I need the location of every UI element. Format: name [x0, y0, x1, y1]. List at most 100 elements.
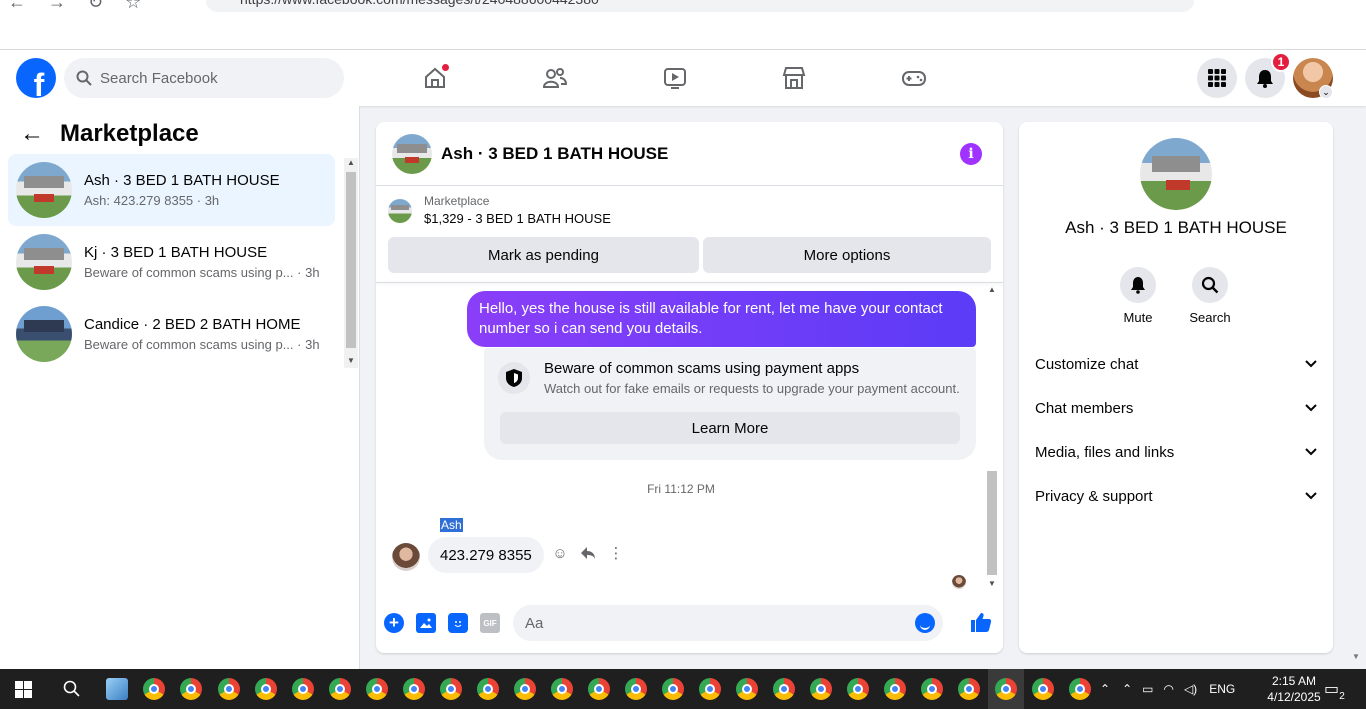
plus-icon[interactable]: + [384, 613, 404, 633]
scroll-thumb[interactable] [346, 172, 356, 348]
chrome-app-icon[interactable] [440, 678, 462, 700]
chrome-app-icon[interactable] [218, 678, 240, 700]
friends-icon [542, 68, 568, 88]
chrome-app-icon[interactable] [625, 678, 647, 700]
chrome-app-icon[interactable] [477, 678, 499, 700]
chrome-app-icon[interactable] [1032, 678, 1054, 700]
bell-icon [1257, 70, 1273, 88]
listing-summary[interactable]: Marketplace $1,329 - 3 BED 1 BATH HOUSE [388, 194, 611, 226]
chat-thumbnail[interactable] [392, 133, 432, 174]
house-thumbnail [16, 162, 72, 218]
media-files-section[interactable]: Media, files and links [1019, 432, 1333, 472]
marketplace-tab[interactable] [764, 58, 824, 98]
chrome-app-icon[interactable] [773, 678, 795, 700]
chrome-app-icon[interactable] [292, 678, 314, 700]
conversation-item[interactable]: Candice · 2 BED 2 BATH HOME Beware of co… [8, 298, 335, 370]
sticker-icon[interactable] [448, 613, 468, 633]
reply-icon[interactable] [580, 545, 596, 561]
chrome-app-icon[interactable] [366, 678, 388, 700]
chat-panel: Ash · 3 BED 1 BATH HOUSE i Marketplace $… [376, 122, 1003, 653]
profile-thumbnail[interactable] [1140, 138, 1212, 210]
chrome-app-icon[interactable] [514, 678, 536, 700]
learn-more-button[interactable]: Learn More [500, 412, 960, 444]
language-indicator[interactable]: ENG [1209, 682, 1235, 696]
more-vertical-icon[interactable]: ⋮ [608, 545, 624, 562]
home-tab[interactable] [405, 58, 465, 98]
menu-button[interactable] [1197, 58, 1237, 98]
conversation-scrollbar[interactable]: ▲ ▼ [344, 158, 358, 368]
mark-pending-button[interactable]: Mark as pending [388, 237, 699, 273]
notifications-button[interactable]: 1 [1245, 52, 1291, 98]
wifi-icon[interactable]: ◠ [1163, 682, 1173, 696]
info-icon[interactable]: i [960, 143, 982, 165]
mute-button[interactable]: Mute [1113, 267, 1163, 325]
search-label: Search [1189, 310, 1231, 325]
chat-scrollbar[interactable]: ▲ ▼ [985, 285, 999, 591]
scroll-thumb[interactable] [987, 471, 997, 575]
chat-members-section[interactable]: Chat members [1019, 388, 1333, 428]
chrome-app-icon[interactable] [180, 678, 202, 700]
scroll-down-icon[interactable]: ▼ [347, 356, 355, 365]
photo-icon[interactable] [416, 613, 436, 633]
chrome-app-icon[interactable] [847, 678, 869, 700]
chrome-app-icon[interactable] [551, 678, 573, 700]
taskbar-clock[interactable]: 2:15 AM 4/12/2025 [1254, 673, 1334, 705]
scroll-up-icon[interactable]: ▲ [347, 158, 355, 167]
taskbar-overflow-icon[interactable]: ⌃ [1100, 682, 1110, 696]
reload-icon[interactable]: ↻ [88, 0, 103, 13]
gif-icon[interactable]: GIF [480, 613, 500, 633]
chrome-app-icon[interactable] [921, 678, 943, 700]
message-input-box[interactable] [513, 605, 943, 641]
chrome-app-icon[interactable] [255, 678, 277, 700]
battery-icon[interactable]: ▭ [1142, 682, 1153, 696]
chrome-app-icon[interactable] [143, 678, 165, 700]
friends-tab[interactable] [525, 58, 585, 98]
page-scroll-down-icon[interactable]: ▼ [1352, 652, 1360, 661]
chrome-app-icon[interactable] [884, 678, 906, 700]
show-hidden-icons[interactable]: ⌃ [1122, 682, 1132, 696]
message-input[interactable] [525, 614, 905, 632]
conversation-item[interactable]: Ash · 3 BED 1 BATH HOUSE Ash: 423.279 83… [8, 154, 335, 226]
notification-center-badge: 2 [1336, 691, 1348, 703]
customize-chat-section[interactable]: Customize chat [1019, 344, 1333, 384]
gaming-tab[interactable] [884, 58, 944, 98]
chrome-app-icon[interactable] [403, 678, 425, 700]
address-bar[interactable]: https://www.facebook.com/messages/t/2404… [206, 0, 1194, 12]
chrome-app-icon[interactable] [958, 678, 980, 700]
scroll-up-icon[interactable]: ▲ [988, 285, 996, 294]
incoming-message[interactable]: 423.279 8355 [428, 537, 544, 573]
chrome-app-icon[interactable] [588, 678, 610, 700]
privacy-support-section[interactable]: Privacy & support [1019, 476, 1333, 516]
thumbs-up-icon[interactable] [970, 611, 992, 639]
volume-icon[interactable]: ◁) [1184, 682, 1197, 696]
chrome-app-icon[interactable] [995, 678, 1017, 700]
video-tab[interactable] [645, 58, 705, 98]
back-arrow-icon[interactable]: ← [20, 120, 44, 148]
windows-start-icon[interactable] [15, 681, 32, 698]
outgoing-message[interactable]: Hello, yes the house is still available … [467, 291, 976, 347]
forward-icon[interactable]: → [48, 0, 66, 13]
react-smiley-icon[interactable]: ☺ [552, 545, 568, 562]
chrome-app-icon[interactable] [736, 678, 758, 700]
conversation-item[interactable]: Kj · 3 BED 1 BATH HOUSE Beware of common… [8, 226, 335, 298]
emoji-icon[interactable] [915, 613, 935, 633]
chevron-down-icon[interactable]: ⌄ [1319, 85, 1333, 99]
search-icon [1192, 267, 1228, 303]
chrome-app-icon[interactable] [699, 678, 721, 700]
chrome-app-icon[interactable] [329, 678, 351, 700]
bookmark-icon[interactable]: ☆ [125, 0, 141, 13]
facebook-logo[interactable]: f [16, 58, 56, 98]
search-input[interactable] [100, 69, 320, 87]
scroll-down-icon[interactable]: ▼ [988, 579, 996, 588]
chrome-app-icon[interactable] [662, 678, 684, 700]
back-icon[interactable]: ← [8, 0, 26, 13]
chat-title[interactable]: Ash · 3 BED 1 BATH HOUSE [441, 144, 668, 164]
notepad-app-icon[interactable] [106, 678, 128, 700]
search-box[interactable] [64, 58, 344, 98]
search-in-chat-button[interactable]: Search [1185, 267, 1235, 325]
taskbar-search-icon[interactable] [62, 679, 82, 699]
chrome-app-icon[interactable] [1069, 678, 1091, 700]
chrome-app-icon[interactable] [810, 678, 832, 700]
more-options-button[interactable]: More options [703, 237, 991, 273]
sender-avatar[interactable] [392, 543, 420, 571]
